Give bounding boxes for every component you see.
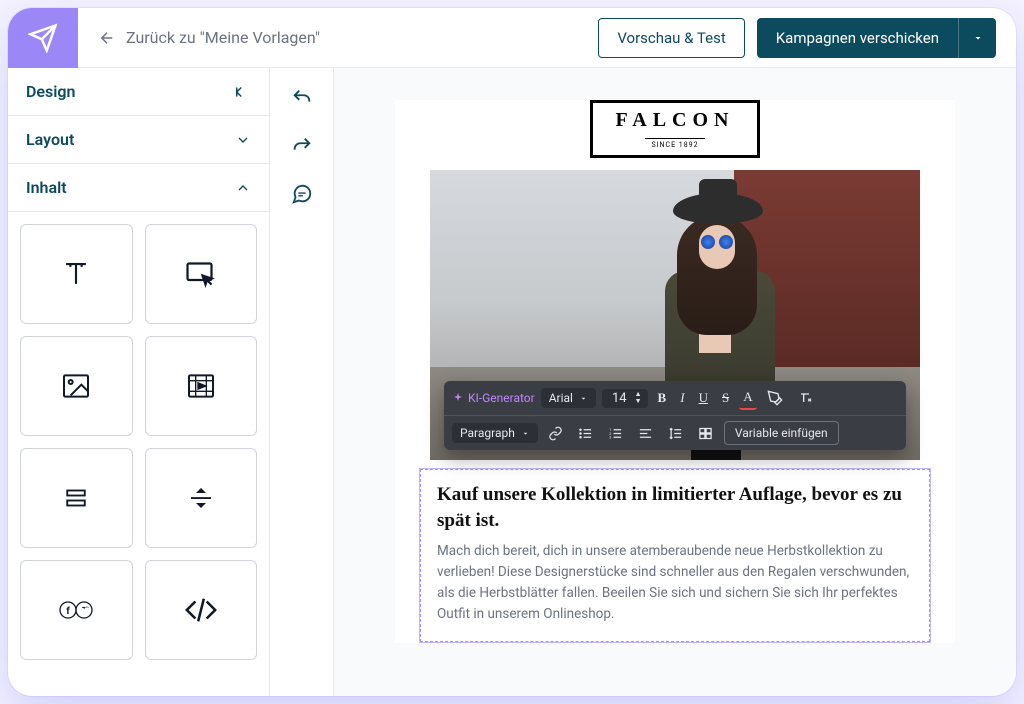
send-button[interactable]: Kampagnen verschicken xyxy=(757,18,958,58)
content-block-button[interactable] xyxy=(145,224,258,324)
bold-button[interactable]: B xyxy=(654,386,671,410)
content-block-html[interactable] xyxy=(145,560,258,660)
brand-tagline: SINCE 1892 xyxy=(645,138,704,149)
content-block-video[interactable] xyxy=(145,336,258,436)
redo-button[interactable] xyxy=(278,124,326,168)
topbar: Zurück zu "Meine Vorlagen" Vorschau & Te… xyxy=(8,8,1016,68)
highlight-icon xyxy=(767,390,783,406)
content-block-spacer[interactable] xyxy=(20,448,133,548)
back-link[interactable]: Zurück zu "Meine Vorlagen" xyxy=(98,28,320,47)
send-split-button: Kampagnen verschicken xyxy=(757,18,996,58)
cursor-icon xyxy=(183,256,219,292)
table-icon xyxy=(698,426,713,441)
video-icon xyxy=(185,370,217,402)
ai-label: KI-Generator xyxy=(468,391,535,405)
sidebar-item-layout[interactable]: Layout xyxy=(8,116,269,164)
sidebar-design-label: Design xyxy=(26,82,75,101)
content-blocks-grid: f xyxy=(8,212,269,672)
image-icon xyxy=(60,370,92,402)
email-preview: FALCON SINCE 1892 xyxy=(395,100,955,643)
sparkle-icon xyxy=(452,392,464,404)
content-block-text[interactable] xyxy=(20,224,133,324)
font-name: Arial xyxy=(549,391,573,405)
number-list-button[interactable]: 123 xyxy=(604,421,628,445)
email-body[interactable]: Mach dich bereit, dich in unsere atember… xyxy=(437,541,913,625)
collapse-left-icon xyxy=(233,83,251,101)
redo-icon xyxy=(291,135,313,157)
divider-icon xyxy=(186,483,216,513)
text-icon xyxy=(59,257,93,291)
comment-icon xyxy=(291,183,313,205)
sidebar-content-label: Inhalt xyxy=(26,178,67,197)
preview-label: Vorschau & Test xyxy=(617,29,725,47)
undo-button[interactable] xyxy=(278,76,326,120)
highlight-button[interactable] xyxy=(763,386,787,410)
strike-button[interactable]: S xyxy=(718,386,733,410)
brand-name: FALCON xyxy=(593,109,757,132)
code-icon xyxy=(184,593,218,627)
lineheight-icon xyxy=(668,426,683,441)
chevron-down-icon xyxy=(235,132,251,148)
preview-button[interactable]: Vorschau & Test xyxy=(598,18,744,58)
clear-icon xyxy=(797,390,813,406)
font-size-value: 14 xyxy=(612,391,627,406)
sidebar: Design Layout Inhalt xyxy=(8,68,270,696)
undo-icon xyxy=(291,87,313,109)
link-button[interactable] xyxy=(544,421,568,445)
app-frame: Zurück zu "Meine Vorlagen" Vorschau & Te… xyxy=(8,8,1016,696)
ai-generator-button[interactable]: KI-Generator xyxy=(452,391,535,405)
size-stepper[interactable]: ▲▼ xyxy=(635,391,642,405)
content-block-image[interactable] xyxy=(20,336,133,436)
bullet-list-button[interactable] xyxy=(574,421,598,445)
sidebar-item-design[interactable]: Design xyxy=(8,68,269,116)
variable-label: Variable einfügen xyxy=(735,426,828,440)
paragraph-select[interactable]: Paragraph xyxy=(452,423,538,443)
list-ol-icon: 123 xyxy=(608,426,623,441)
insert-variable-button[interactable]: Variable einfügen xyxy=(724,421,839,445)
align-button[interactable] xyxy=(634,421,658,445)
history-tools xyxy=(270,68,334,696)
email-headline[interactable]: Kauf unsere Kollektion in limitierter Au… xyxy=(437,482,913,533)
svg-text:3: 3 xyxy=(610,435,612,439)
svg-text:f: f xyxy=(66,606,70,617)
content-block-social[interactable]: f xyxy=(20,560,133,660)
align-icon xyxy=(638,426,653,441)
underline-button[interactable]: U xyxy=(695,386,712,410)
text-editor-toolbar: KI-Generator Arial 14 ▲▼ B I xyxy=(444,381,906,450)
send-label: Kampagnen verschicken xyxy=(776,29,939,47)
content-block-divider[interactable] xyxy=(145,448,258,548)
paragraph-label: Paragraph xyxy=(460,426,515,440)
font-select[interactable]: Arial xyxy=(541,388,596,408)
back-label: Zurück zu "Meine Vorlagen" xyxy=(126,28,320,47)
caret-down-icon xyxy=(521,429,530,438)
main: Design Layout Inhalt xyxy=(8,68,1016,696)
canvas[interactable]: FALCON SINCE 1892 xyxy=(334,68,1016,696)
caret-down-icon xyxy=(579,394,588,403)
italic-button[interactable]: I xyxy=(676,386,688,410)
list-ul-icon xyxy=(578,426,593,441)
clear-format-button[interactable] xyxy=(793,386,817,410)
font-color-button[interactable]: A xyxy=(739,386,756,410)
comments-button[interactable] xyxy=(278,172,326,216)
link-icon xyxy=(548,426,563,441)
table-button[interactable] xyxy=(694,421,718,445)
sidebar-layout-label: Layout xyxy=(26,130,74,149)
sidebar-item-content[interactable]: Inhalt xyxy=(8,164,269,212)
selected-text-block[interactable]: Kauf unsere Kollektion in limitierter Au… xyxy=(419,468,931,643)
chevron-up-icon xyxy=(235,180,251,196)
arrow-left-icon xyxy=(98,29,116,47)
brand-logo-box: FALCON SINCE 1892 xyxy=(590,100,760,158)
send-icon xyxy=(28,23,58,53)
lineheight-button[interactable] xyxy=(664,421,688,445)
brand-logo[interactable] xyxy=(8,8,78,68)
send-dropdown-button[interactable] xyxy=(958,18,996,58)
spacer-icon xyxy=(61,483,91,513)
caret-down-icon xyxy=(972,32,984,44)
font-size-input[interactable]: 14 ▲▼ xyxy=(602,389,648,408)
social-icon: f xyxy=(57,598,95,622)
